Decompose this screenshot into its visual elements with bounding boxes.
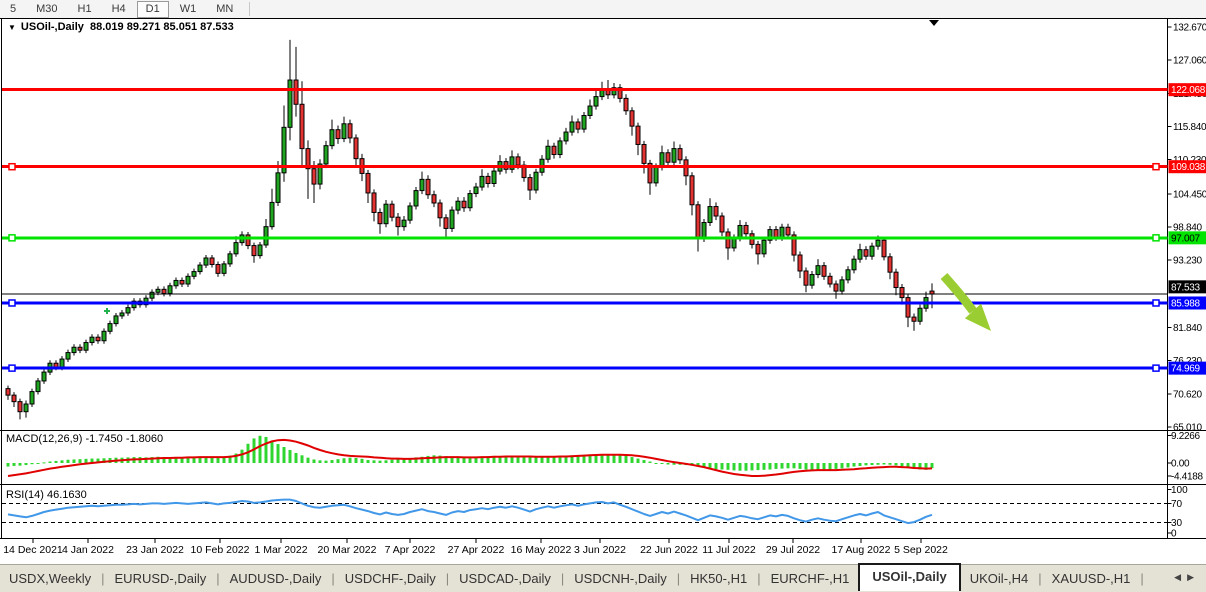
macd-axis-label: 0.00 (1171, 459, 1190, 470)
symbol-tabbar: USDX,Weekly|EURUSD-,Daily|AUDUSD-,Daily|… (0, 564, 1206, 592)
macd-axis-label: -4.4188 (1171, 472, 1204, 483)
hline-109.038[interactable]: 109.038 (2, 160, 1206, 173)
tab-eurusd-daily[interactable]: EURUSD-,Daily (106, 567, 216, 590)
tab-usoil-daily[interactable]: USOil-,Daily (858, 563, 960, 591)
date-tick-label: 17 Aug 2022 (832, 544, 891, 556)
date-tick-label: 4 Jan 2022 (62, 544, 114, 556)
price-tick-label: 132.670 (1173, 23, 1206, 34)
tab-hk50-h1[interactable]: HK50-,H1 (681, 567, 756, 590)
price-tick-label: 81.840 (1173, 323, 1203, 334)
date-tick-label: 1 Mar 2022 (254, 544, 307, 556)
price-tick-label: 127.060 (1173, 56, 1206, 67)
macd-signal-line (8, 440, 932, 476)
price-tick-label: 70.620 (1173, 389, 1203, 400)
hline-74.969[interactable]: 74.969 (2, 362, 1206, 375)
price-label-text: 109.038 (1171, 162, 1206, 173)
date-tick-label: 29 Jul 2022 (766, 544, 820, 556)
rsi-axis-label: 100 (1171, 485, 1188, 496)
date-tick-label: 23 Jan 2022 (126, 544, 184, 556)
tab-separator: | (331, 571, 334, 586)
macd-axis: 9.2266 0.00 -4.4188 (1168, 431, 1204, 483)
date-tick-label: 7 Apr 2022 (385, 544, 436, 556)
date-tick-label: 14 Dec 2021 (3, 544, 63, 556)
hline-97.007[interactable]: 97.007 (2, 231, 1206, 244)
candlesticks (6, 40, 934, 420)
tab-usdcad-daily[interactable]: USDCAD-,Daily (450, 567, 560, 590)
price-label-text: 74.969 (1171, 364, 1201, 375)
tab-separator: | (1038, 571, 1041, 586)
date-tick-label: 3 Jun 2022 (574, 544, 626, 556)
date-tick-label: 27 Apr 2022 (448, 544, 505, 556)
tab-separator: | (101, 571, 104, 586)
date-tick-label: 20 Mar 2022 (318, 544, 377, 556)
mt4-terminal: 5M30H1H4D1W1MN 132.670127.060121.450115.… (0, 0, 1206, 592)
line-handle[interactable] (9, 164, 15, 170)
rsi-level-lines (2, 503, 1168, 522)
price-label-text: 85.988 (1171, 298, 1201, 309)
hline-85.988[interactable]: 85.988 (2, 296, 1206, 309)
time-axis: 14 Dec 20214 Jan 2022 23 Jan 2022 10 Feb 2… (3, 539, 948, 556)
line-handle[interactable] (1153, 235, 1159, 241)
tab-separator: | (1140, 571, 1143, 586)
line-handle[interactable] (1153, 164, 1159, 170)
line-handle[interactable] (1153, 300, 1159, 306)
line-handle[interactable] (1153, 365, 1159, 371)
price-tick-label: 93.230 (1173, 256, 1203, 267)
macd-axis-label: 9.2266 (1171, 431, 1201, 442)
rsi-axis-label: 70 (1171, 499, 1183, 510)
line-handle[interactable] (9, 235, 15, 241)
chart-area[interactable]: 132.670127.060121.450115.840110.230104.4… (0, 0, 1206, 592)
date-tick-label: 10 Feb 2022 (191, 544, 250, 556)
tab-scroll-right-icon[interactable]: ▶ (1187, 572, 1200, 582)
tab-separator: | (561, 571, 564, 586)
line-handle[interactable] (9, 365, 15, 371)
tab-xauusd-h1[interactable]: XAUUSD-,H1 (1043, 567, 1140, 590)
date-tick-label: 5 Sep 2022 (894, 544, 948, 556)
date-tick-label: 22 Jun 2022 (640, 544, 698, 556)
rsi-axis: 100 70 300 (1168, 485, 1189, 540)
tab-scroll-arrows: ◀▶ (1174, 572, 1200, 583)
tab-usdchf-daily[interactable]: USDCHF-,Daily (336, 567, 445, 590)
price-label-text: 122.068 (1171, 85, 1206, 96)
tab-eurchf-h1[interactable]: EURCHF-,H1 (762, 567, 859, 590)
price-tick-label: 115.840 (1173, 122, 1206, 133)
tab-ukoil-h4[interactable]: UKOil-,H4 (961, 567, 1038, 590)
price-label-text: 97.007 (1171, 233, 1201, 244)
tab-audusd-daily[interactable]: AUDUSD-,Daily (221, 567, 331, 590)
date-tick-label: 16 May 2022 (511, 544, 572, 556)
rsi-axis-label: 0 (1171, 529, 1177, 540)
buy-marker-icon[interactable] (104, 308, 110, 314)
line-handle[interactable] (9, 300, 15, 306)
tab-usdx-weekly[interactable]: USDX,Weekly (0, 567, 100, 590)
macd-histogram (7, 436, 934, 471)
price-tick-label: 104.450 (1173, 189, 1206, 200)
price-label-text: 87.533 (1171, 282, 1201, 293)
tab-separator: | (757, 571, 760, 586)
chart-shift-marker[interactable] (929, 20, 939, 26)
tab-separator: | (216, 571, 219, 586)
tab-separator: | (446, 571, 449, 586)
date-tick-label: 11 Jul 2022 (702, 544, 756, 556)
rsi-axis-label: 30 (1171, 518, 1183, 529)
tab-separator: | (677, 571, 680, 586)
tab-usdcnh-daily[interactable]: USDCNH-,Daily (565, 567, 675, 590)
tab-scroll-left-icon[interactable]: ◀ (1174, 572, 1187, 582)
